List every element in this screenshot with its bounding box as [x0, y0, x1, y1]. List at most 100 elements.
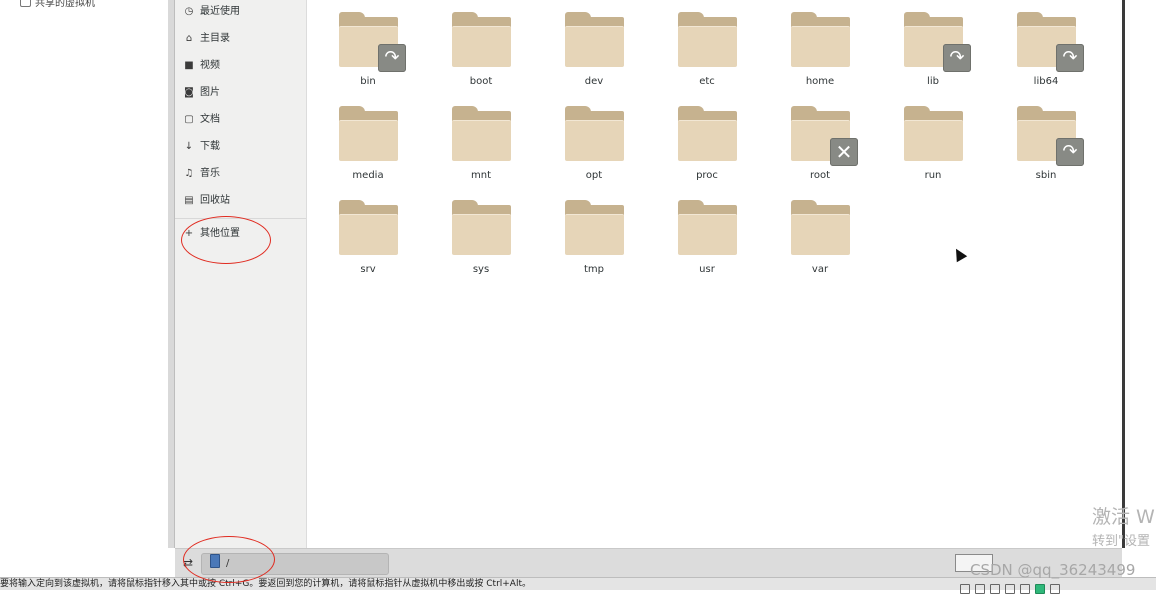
cdrom-icon[interactable] — [975, 584, 985, 594]
folder-item[interactable]: media — [318, 96, 418, 182]
folder-name: lib — [927, 76, 939, 87]
device-tray — [960, 579, 1110, 594]
folder-icon — [452, 12, 511, 67]
folder-icon — [791, 12, 850, 67]
hdd-icon[interactable] — [960, 584, 970, 594]
folder-icon — [565, 200, 624, 255]
folder-name: boot — [469, 76, 493, 87]
folder-name: proc — [696, 170, 718, 181]
symlink-emblem-icon: ↷ — [378, 44, 406, 72]
folder-name: sys — [472, 264, 490, 275]
folder-icon — [678, 106, 737, 161]
folder-name: mnt — [471, 170, 491, 181]
folder-icon — [339, 106, 398, 161]
folder-icon — [452, 200, 511, 255]
folder-item[interactable]: boot — [431, 2, 531, 88]
folder-name: media — [352, 170, 384, 181]
window-right-edge — [1122, 0, 1156, 548]
sidebar-item-document[interactable]: ▢ 文档 — [183, 110, 220, 130]
file-grid: ↷ bin boot dev etc home ↷ lib ↷ lib64 media mnt opt p… — [307, 0, 1122, 548]
folder-item[interactable]: usr — [657, 190, 757, 276]
folder-item[interactable]: run — [883, 96, 983, 182]
folder-name: dev — [584, 76, 604, 87]
folder-icon — [791, 200, 850, 255]
shared-vms-label: 共享的虚拟机 — [35, 0, 95, 9]
sidebar-item-clock[interactable]: ◷ 最近使用 — [183, 2, 240, 22]
network-icon[interactable] — [990, 584, 1000, 594]
folder-item[interactable]: ↷ bin — [318, 2, 418, 88]
sidebar-item-download[interactable]: ↓ 下载 — [183, 137, 220, 157]
folder-item[interactable]: tmp — [544, 190, 644, 276]
sidebar-item-label: 回收站 — [200, 195, 230, 206]
folder-item[interactable]: srv — [318, 190, 418, 276]
document-icon: ▢ — [184, 114, 194, 125]
trash-icon: ▤ — [184, 195, 194, 206]
display-icon[interactable] — [1050, 584, 1060, 594]
no-access-emblem-icon: ✕ — [830, 138, 858, 166]
camera-icon: ◙ — [184, 87, 194, 98]
folder-icon — [452, 106, 511, 161]
shared-vm-icon — [20, 0, 31, 7]
folder-icon: ↷ — [904, 12, 971, 72]
folder-item[interactable]: etc — [657, 2, 757, 88]
folder-icon — [339, 200, 398, 255]
folder-icon — [678, 12, 737, 67]
clock-icon: ◷ — [184, 6, 194, 17]
sidebar-item-label: 视频 — [200, 60, 220, 71]
status-message: 要将输入定向到该虚拟机，请将鼠标指针移入其中或按 Ctrl+G。要返回到您的计算… — [0, 579, 531, 589]
folder-item[interactable]: ↷ lib64 — [996, 2, 1096, 88]
sidebar-item-camera[interactable]: ◙ 图片 — [183, 83, 220, 103]
home-icon: ⌂ — [185, 33, 193, 44]
vm-pane-divider[interactable] — [168, 0, 175, 548]
folder-item[interactable]: sys — [431, 190, 531, 276]
vm-library-pane: 共享的虚拟机 — [0, 0, 169, 548]
sidebar-item-trash[interactable]: ▤ 回收站 — [183, 191, 230, 211]
sidebar-item-label: 最近使用 — [200, 6, 240, 17]
folder-name: var — [811, 264, 829, 275]
folder-icon: ↷ — [1017, 12, 1084, 72]
folder-name: etc — [699, 76, 715, 87]
folder-icon — [565, 12, 624, 67]
folder-name: run — [924, 170, 942, 181]
places-sidebar: ◷ 最近使用 ⌂ 主目录 ■ 视频 ◙ 图片 ▢ 文档 ↓ 下载 ♫ 音乐 ▤ 回收站 + 其他位置 — [175, 0, 307, 548]
folder-icon: ↷ — [1017, 106, 1084, 166]
folder-item[interactable]: ↷ lib — [883, 2, 983, 88]
folder-icon: ↷ — [339, 12, 406, 72]
sidebar-item-home[interactable]: ⌂ 主目录 — [183, 29, 230, 49]
shared-vms-item[interactable]: 共享的虚拟机 — [20, 0, 95, 9]
music-icon: ♫ — [184, 168, 194, 179]
symlink-emblem-icon: ↷ — [943, 44, 971, 72]
annotation-circle-other-locations — [181, 216, 271, 264]
folder-item[interactable]: dev — [544, 2, 644, 88]
sidebar-item-label: 文档 — [200, 114, 220, 125]
folder-name: lib64 — [1033, 76, 1059, 87]
folder-item[interactable]: proc — [657, 96, 757, 182]
folder-item[interactable]: ↷ sbin — [996, 96, 1096, 182]
folder-item[interactable]: opt — [544, 96, 644, 182]
sidebar-item-label: 音乐 — [200, 168, 220, 179]
sidebar-item-music[interactable]: ♫ 音乐 — [183, 164, 220, 184]
sidebar-item-label: 图片 — [200, 87, 220, 98]
folder-item[interactable]: mnt — [431, 96, 531, 182]
sound-icon[interactable] — [1020, 584, 1030, 594]
folder-icon — [904, 106, 963, 161]
folder-name: sbin — [1035, 170, 1057, 181]
sidebar-item-video[interactable]: ■ 视频 — [183, 56, 220, 76]
activate-windows-subtext: 转到"设置 — [1092, 534, 1150, 549]
printer-icon[interactable] — [1035, 584, 1045, 594]
csdn-watermark: CSDN @qq_36243499 — [970, 561, 1136, 579]
sidebar-item-label: 主目录 — [200, 33, 230, 44]
folder-icon: ✕ — [791, 106, 858, 166]
folder-item[interactable]: ✕ root — [770, 96, 870, 182]
folder-name: tmp — [583, 264, 604, 275]
folder-item[interactable]: home — [770, 2, 870, 88]
symlink-emblem-icon: ↷ — [1056, 138, 1084, 166]
folder-name: home — [805, 76, 835, 87]
folder-name: root — [809, 170, 831, 181]
symlink-emblem-icon: ↷ — [1056, 44, 1084, 72]
usb-icon[interactable] — [1005, 584, 1015, 594]
folder-item[interactable]: var — [770, 190, 870, 276]
activate-windows-text: 激活 W — [1092, 506, 1155, 528]
folder-name: usr — [699, 264, 715, 275]
folder-icon — [678, 200, 737, 255]
